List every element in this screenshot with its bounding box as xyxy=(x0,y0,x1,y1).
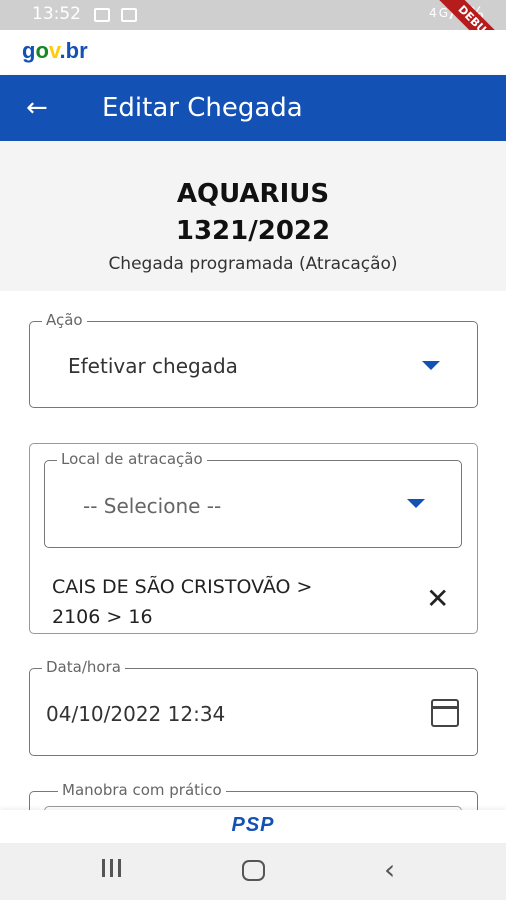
app-bar: ← Editar Chegada xyxy=(0,75,506,141)
arrow-left-icon[interactable]: ← xyxy=(26,94,56,122)
arrival-status: Chegada programada (Atracação) xyxy=(108,254,398,274)
vessel-number: 1321/2022 xyxy=(175,216,331,246)
manobra-label: Manobra com prático xyxy=(58,781,226,799)
chevron-down-icon xyxy=(407,499,425,508)
data-hora-value: 04/10/2022 12:34 xyxy=(46,702,226,726)
page-title: Editar Chegada xyxy=(102,93,303,123)
data-hora-label: Data/hora xyxy=(42,658,125,676)
acao-value: Efetivar chegada xyxy=(68,354,238,378)
chevron-down-icon xyxy=(422,361,440,370)
image-icon xyxy=(121,8,137,22)
psp-logo: PSP xyxy=(231,814,275,836)
selected-local-item: CAIS DE SÃO CRISTOVÃO > 2106 > 16 xyxy=(52,572,382,632)
local-dropdown[interactable]: Local de atracação -- Selecione -- xyxy=(44,450,462,548)
brand-bar: gov.br xyxy=(0,30,506,75)
footer: PSP xyxy=(0,810,506,843)
selected-local-line1: CAIS DE SÃO CRISTOVÃO > xyxy=(52,576,313,598)
mail-icon xyxy=(94,8,110,22)
local-label: Local de atracação xyxy=(57,450,207,468)
status-bar: 13:52 4G 78% DEBUG xyxy=(0,0,506,76)
close-icon[interactable]: ✕ xyxy=(426,584,450,614)
vessel-name: AQUARIUS xyxy=(176,179,330,209)
acao-dropdown[interactable]: Ação Efetivar chegada xyxy=(29,311,478,408)
back-icon[interactable]: ‹ xyxy=(384,853,408,886)
calendar-icon[interactable] xyxy=(431,699,459,727)
recents-icon[interactable] xyxy=(102,859,122,881)
home-icon[interactable] xyxy=(242,860,265,881)
acao-label: Ação xyxy=(42,311,87,329)
gov-br-logo: gov.br xyxy=(22,38,88,63)
selected-local-line2: 2106 > 16 xyxy=(52,606,153,628)
local-placeholder: -- Selecione -- xyxy=(83,494,222,518)
android-nav-bar: ‹ xyxy=(0,843,506,900)
data-hora-field[interactable]: Data/hora 04/10/2022 12:34 xyxy=(29,658,478,756)
vessel-header: AQUARIUS 1321/2022 Chegada programada (A… xyxy=(0,141,506,291)
status-time: 13:52 xyxy=(32,4,81,24)
